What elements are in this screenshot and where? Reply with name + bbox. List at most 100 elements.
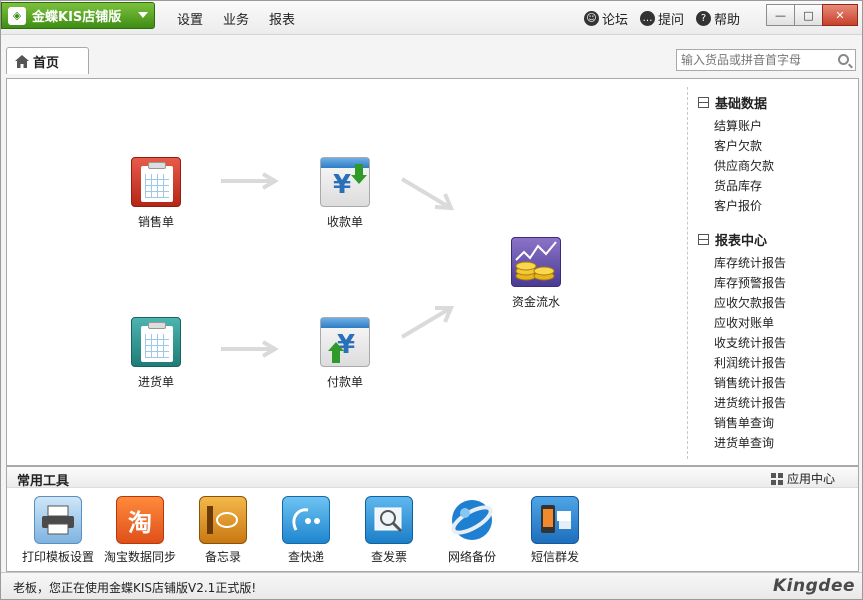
tool-label: 备忘录 xyxy=(204,550,241,564)
help-link[interactable]: ? 帮助 xyxy=(696,9,740,28)
tool-label: 网络备份 xyxy=(447,550,496,564)
chevron-down-icon xyxy=(138,12,148,18)
forum-icon: ☺ xyxy=(584,11,599,26)
payment-icon: ¥ xyxy=(320,317,370,367)
link-report-9[interactable]: 进货单查询 xyxy=(714,433,852,453)
grid-icon xyxy=(698,97,709,108)
maximize-button[interactable]: □ xyxy=(794,4,823,26)
tool-express[interactable]: 查快递 xyxy=(261,496,351,565)
link-report-6[interactable]: 销售统计报告 xyxy=(714,373,852,393)
purchase-order-item[interactable]: 进货单 xyxy=(111,317,201,390)
link-report-8[interactable]: 销售单查询 xyxy=(714,413,852,433)
forum-link[interactable]: ☺ 论坛 xyxy=(584,9,628,28)
home-icon xyxy=(15,54,29,68)
window-controls: — □ ✕ xyxy=(766,4,858,26)
printer-icon xyxy=(34,496,82,544)
question-link[interactable]: … 提问 xyxy=(640,9,684,28)
tools-panel: 常用工具 应用中心 打印模板设置 淘 淘宝数据同步 备忘录 查快递 查发票 网络… xyxy=(6,466,859,572)
tool-label: 查快递 xyxy=(287,550,324,564)
title-bar: ◈ 金蝶KIS店铺版 设置 业务 报表 ☺ 论坛 … 提问 ? 帮助 — □ ✕ xyxy=(1,1,862,35)
sales-order-icon xyxy=(131,157,181,207)
tools-title: 常用工具 xyxy=(17,474,70,489)
basic-data-links: 结算账户 客户欠款 供应商欠款 货品库存 客户报价 xyxy=(714,116,852,216)
report-center-title-text: 报表中心 xyxy=(715,234,768,249)
sales-order-item[interactable]: 销售单 xyxy=(111,157,201,230)
product-search xyxy=(676,49,856,71)
app-center-button[interactable]: 应用中心 xyxy=(771,470,835,487)
purchase-order-label: 进货单 xyxy=(137,375,174,389)
search-input[interactable] xyxy=(681,53,831,67)
document-icon xyxy=(698,234,709,245)
purchase-order-icon xyxy=(131,317,181,367)
brand-label: 金蝶KIS店铺版 xyxy=(32,10,122,25)
link-report-1[interactable]: 库存预警报告 xyxy=(714,273,852,293)
flow-arrow-icon xyxy=(221,340,279,358)
tab-strip: 首页 xyxy=(1,35,862,74)
help-icon: ? xyxy=(696,11,712,26)
close-button[interactable]: ✕ xyxy=(822,4,858,26)
help-label: 帮助 xyxy=(714,13,741,28)
brand-menu-button[interactable]: ◈ 金蝶KIS店铺版 xyxy=(1,2,155,29)
link-report-5[interactable]: 利润统计报告 xyxy=(714,353,852,373)
link-report-4[interactable]: 收支统计报告 xyxy=(714,333,852,353)
tool-label: 短信群发 xyxy=(530,550,579,564)
cashflow-item[interactable]: 资金流水 xyxy=(491,237,581,310)
link-goods-stock[interactable]: 货品库存 xyxy=(714,176,852,196)
tab-home[interactable]: 首页 xyxy=(6,47,89,74)
menu-reports[interactable]: 报表 xyxy=(269,9,295,28)
app-grid-icon xyxy=(771,472,783,485)
kingdee-logo: Kingdee xyxy=(773,576,856,596)
link-report-3[interactable]: 应收对账单 xyxy=(714,313,852,333)
menu-business[interactable]: 业务 xyxy=(223,9,249,28)
invoice-search-icon xyxy=(365,496,413,544)
tool-network-backup[interactable]: 网络备份 xyxy=(427,496,517,565)
tool-memo[interactable]: 备忘录 xyxy=(178,496,268,565)
link-report-0[interactable]: 库存统计报告 xyxy=(714,253,852,273)
sales-order-label: 销售单 xyxy=(137,215,174,229)
app-center-label: 应用中心 xyxy=(787,472,836,486)
side-panel: 基础数据 结算账户 客户欠款 供应商欠款 货品库存 客户报价 报表中心 库存统计… xyxy=(687,87,852,459)
flow-arrow-up-icon xyxy=(400,306,455,339)
tool-taobao-sync[interactable]: 淘 淘宝数据同步 xyxy=(95,496,185,565)
home-panel: 销售单 ¥ 收款单 资金流水 进货单 ¥ 付款单 基础数据 结算账户 客户欠款 … xyxy=(6,78,859,466)
report-center-title: 报表中心 xyxy=(698,230,852,249)
tool-invoice[interactable]: 查发票 xyxy=(344,496,434,565)
question-bubble-icon: … xyxy=(640,11,656,26)
receipt-icon: ¥ xyxy=(320,157,370,207)
main-menu: 设置 业务 报表 xyxy=(177,9,295,28)
status-text: 老板，您正在使用金蝶KIS店铺版V2.1正式版! xyxy=(13,581,257,595)
payment-item[interactable]: ¥ 付款单 xyxy=(300,317,390,390)
kis-logo-icon: ◈ xyxy=(8,6,26,25)
minimize-button[interactable]: — xyxy=(766,4,795,26)
link-customer-arrears[interactable]: 客户欠款 xyxy=(714,136,852,156)
question-label: 提问 xyxy=(658,13,685,28)
link-report-2[interactable]: 应收欠款报告 xyxy=(714,293,852,313)
taobao-icon: 淘 xyxy=(116,496,164,544)
menu-settings[interactable]: 设置 xyxy=(177,9,203,28)
tool-print-template[interactable]: 打印模板设置 xyxy=(13,496,103,565)
link-report-7[interactable]: 进货统计报告 xyxy=(714,393,852,413)
sms-phone-icon xyxy=(531,496,579,544)
link-customer-quote[interactable]: 客户报价 xyxy=(714,196,852,216)
express-icon xyxy=(282,496,330,544)
status-bar: 老板，您正在使用金蝶KIS店铺版V2.1正式版! Kingdee xyxy=(1,572,862,599)
memo-notebook-icon xyxy=(199,496,247,544)
receipt-item[interactable]: ¥ 收款单 xyxy=(300,157,390,230)
search-icon[interactable] xyxy=(838,54,849,65)
tool-sms[interactable]: 短信群发 xyxy=(510,496,600,565)
forum-label: 论坛 xyxy=(602,13,629,28)
top-links: ☺ 论坛 … 提问 ? 帮助 xyxy=(584,9,740,28)
tools-header: 常用工具 应用中心 xyxy=(7,466,858,489)
tool-label: 查发票 xyxy=(370,550,407,564)
cashflow-icon xyxy=(511,237,561,287)
receipt-label: 收款单 xyxy=(326,215,363,229)
network-backup-icon xyxy=(448,496,496,544)
basic-data-title-text: 基础数据 xyxy=(715,97,768,112)
cashflow-label: 资金流水 xyxy=(511,295,560,309)
app-window: ◈ 金蝶KIS店铺版 设置 业务 报表 ☺ 论坛 … 提问 ? 帮助 — □ ✕… xyxy=(0,0,863,600)
link-supplier-arrears[interactable]: 供应商欠款 xyxy=(714,156,852,176)
link-settlement-account[interactable]: 结算账户 xyxy=(714,116,852,136)
payment-label: 付款单 xyxy=(326,375,363,389)
tool-label: 打印模板设置 xyxy=(21,550,94,564)
flow-arrow-icon xyxy=(221,172,279,190)
